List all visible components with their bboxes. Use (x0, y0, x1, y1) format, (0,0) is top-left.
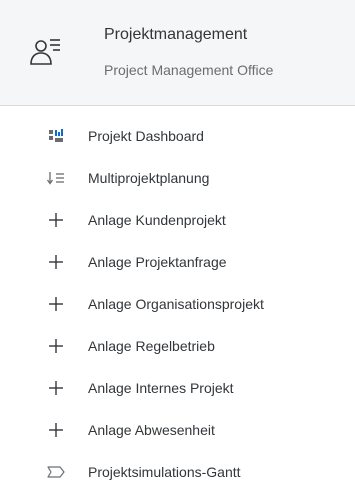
add-icon (44, 208, 68, 232)
add-icon (44, 334, 68, 358)
menu-item-anlage-kundenprojekt[interactable]: Anlage Kundenprojekt (0, 199, 355, 241)
menu-item-label: Anlage Organisationsprojekt (88, 296, 264, 312)
menu-item-label: Anlage Projektanfrage (88, 254, 227, 270)
menu-item-label: Projektsimulations-Gantt (88, 464, 241, 480)
menu-item-label: Anlage Kundenprojekt (88, 212, 226, 228)
menu-item-label: Projekt Dashboard (88, 128, 204, 144)
sort-descending-icon (44, 166, 68, 190)
menu-item-label: Anlage Internes Projekt (88, 380, 234, 396)
menu-item-anlage-projektanfrage[interactable]: Anlage Projektanfrage (0, 241, 355, 283)
app-header: Projektmanagement Project Management Off… (0, 0, 355, 106)
menu-item-anlage-internes-projekt[interactable]: Anlage Internes Projekt (0, 367, 355, 409)
add-icon (44, 250, 68, 274)
add-icon (44, 376, 68, 400)
process-icon (44, 460, 68, 484)
menu-item-projekt-dashboard[interactable]: Projekt Dashboard (0, 115, 355, 157)
menu-item-label: Anlage Regelbetrieb (88, 338, 215, 354)
dashboard-icon (44, 124, 68, 148)
menu-item-label: Multiprojektplanung (88, 170, 210, 186)
app-title: Projektmanagement (104, 26, 248, 43)
menu-item-multiprojektplanung[interactable]: Multiprojektplanung (0, 157, 355, 199)
menu-item-label: Anlage Abwesenheit (88, 422, 215, 438)
add-icon (44, 418, 68, 442)
user-list-icon (28, 34, 66, 70)
menu-item-anlage-abwesenheit[interactable]: Anlage Abwesenheit (0, 409, 355, 451)
menu-item-anlage-regelbetrieb[interactable]: Anlage Regelbetrieb (0, 325, 355, 367)
menu-item-projektsimulations-gantt[interactable]: Projektsimulations-Gantt (0, 451, 355, 493)
app-subtitle: Project Management Office (104, 62, 274, 78)
add-icon (44, 292, 68, 316)
menu-item-anlage-organisationsprojekt[interactable]: Anlage Organisationsprojekt (0, 283, 355, 325)
